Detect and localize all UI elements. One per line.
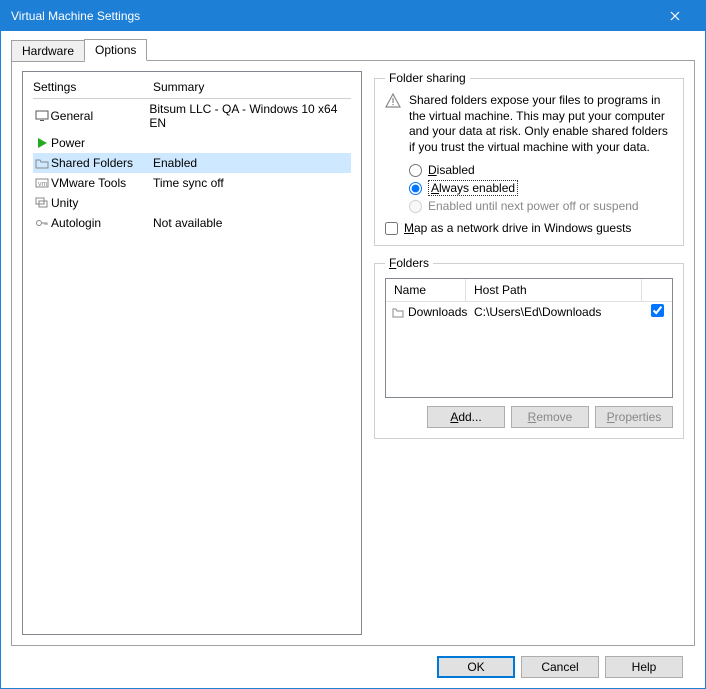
svg-text:vm: vm bbox=[38, 181, 48, 188]
folder-sharing-group: Folder sharing Shared folders expose you… bbox=[374, 71, 684, 246]
settings-item-summary: Time sync off bbox=[153, 176, 224, 190]
folders-legend: Folders bbox=[385, 256, 433, 270]
radio-disabled-label[interactable]: Disabled bbox=[428, 163, 475, 177]
settings-item-label: General bbox=[50, 109, 149, 123]
radio-until-row: Enabled until next power off or suspend bbox=[409, 199, 673, 213]
help-button[interactable]: Help bbox=[605, 656, 683, 678]
radio-disabled[interactable] bbox=[409, 164, 422, 177]
settings-item-autologin[interactable]: Autologin Not available bbox=[33, 213, 351, 233]
tab-options[interactable]: Options bbox=[84, 39, 147, 61]
radio-until-label: Enabled until next power off or suspend bbox=[428, 199, 639, 213]
settings-item-vmware-tools[interactable]: vm VMware Tools Time sync off bbox=[33, 173, 351, 193]
radio-disabled-row[interactable]: Disabled bbox=[409, 163, 673, 177]
settings-item-summary: Not available bbox=[153, 216, 222, 230]
folder-enabled-checkbox[interactable] bbox=[651, 304, 664, 317]
settings-item-label: Power bbox=[51, 136, 153, 150]
settings-item-shared-folders[interactable]: Shared Folders Enabled bbox=[33, 153, 351, 173]
monitor-icon bbox=[33, 110, 50, 122]
radio-until bbox=[409, 200, 422, 213]
play-icon bbox=[33, 137, 51, 149]
titlebar: Virtual Machine Settings bbox=[1, 1, 705, 31]
map-drive-label[interactable]: Map as a network drive in Windows guests bbox=[404, 221, 631, 235]
radio-always-label[interactable]: Always enabled bbox=[428, 181, 518, 195]
folder-sharing-legend: Folder sharing bbox=[385, 71, 470, 85]
radio-always-row[interactable]: Always enabled bbox=[409, 181, 673, 195]
settings-item-summary: Enabled bbox=[153, 156, 197, 170]
folders-table[interactable]: Name Host Path Downloads C:\Users\Ed\Dow… bbox=[385, 278, 673, 398]
settings-item-label: Shared Folders bbox=[51, 156, 153, 170]
ok-button[interactable]: OK bbox=[437, 656, 515, 678]
settings-item-summary: Bitsum LLC - QA - Windows 10 x64 EN bbox=[149, 102, 351, 130]
radio-always[interactable] bbox=[409, 182, 422, 195]
folder-icon bbox=[33, 157, 51, 169]
warning-text: Shared folders expose your files to prog… bbox=[409, 93, 673, 155]
windows-icon bbox=[33, 197, 51, 209]
folders-column-name[interactable]: Name bbox=[386, 279, 466, 301]
folder-icon bbox=[392, 307, 404, 318]
settings-item-label: VMware Tools bbox=[51, 176, 153, 190]
column-settings: Settings bbox=[33, 80, 153, 94]
window-title: Virtual Machine Settings bbox=[11, 9, 655, 23]
close-button[interactable] bbox=[655, 1, 695, 31]
settings-item-label: Autologin bbox=[51, 216, 153, 230]
settings-item-label: Unity bbox=[51, 196, 153, 210]
properties-button: Properties bbox=[595, 406, 673, 428]
key-icon bbox=[33, 217, 51, 229]
folders-column-enabled[interactable] bbox=[642, 279, 672, 301]
map-drive-checkbox[interactable] bbox=[385, 222, 398, 235]
add-button[interactable]: Add... bbox=[427, 406, 505, 428]
settings-item-general[interactable]: General Bitsum LLC - QA - Windows 10 x64… bbox=[33, 99, 351, 133]
folder-path: C:\Users\Ed\Downloads bbox=[466, 305, 642, 319]
warning-icon bbox=[385, 93, 401, 155]
settings-item-power[interactable]: Power bbox=[33, 133, 351, 153]
folder-row[interactable]: Downloads C:\Users\Ed\Downloads bbox=[386, 302, 672, 322]
tab-hardware[interactable]: Hardware bbox=[11, 40, 85, 62]
close-icon bbox=[670, 11, 680, 21]
cancel-button[interactable]: Cancel bbox=[521, 656, 599, 678]
remove-button: Remove bbox=[511, 406, 589, 428]
map-drive-row[interactable]: Map as a network drive in Windows guests bbox=[385, 221, 673, 235]
settings-item-unity[interactable]: Unity bbox=[33, 193, 351, 213]
folders-column-hostpath[interactable]: Host Path bbox=[466, 279, 642, 301]
column-summary: Summary bbox=[153, 80, 204, 94]
folder-name: Downloads bbox=[408, 305, 467, 319]
folders-group: Folders Name Host Path Downloads C:\User… bbox=[374, 256, 684, 439]
settings-list: Settings Summary General Bitsum LLC - QA… bbox=[22, 71, 362, 635]
vm-icon: vm bbox=[33, 177, 51, 189]
